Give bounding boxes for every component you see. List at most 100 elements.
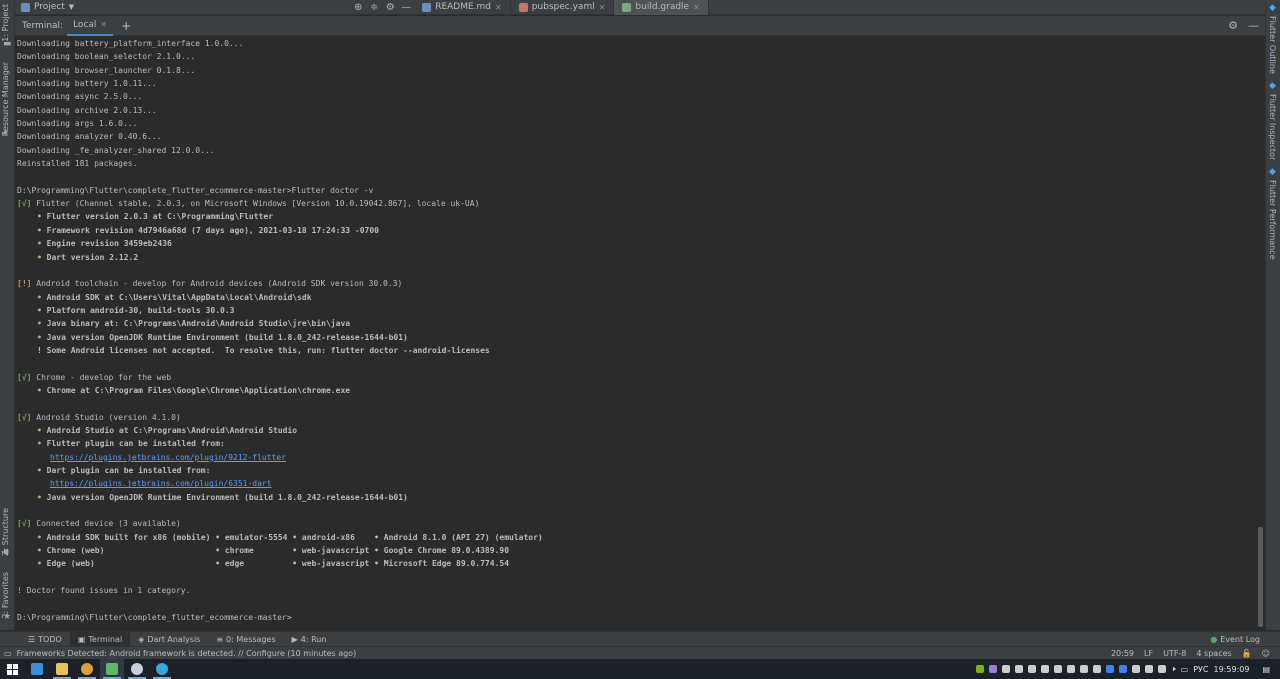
terminal-output[interactable]: Downloading battery_platform_interface 1…	[15, 37, 1258, 627]
messages-icon: ≡	[216, 634, 224, 644]
translate-tray-icon[interactable]	[1105, 665, 1114, 673]
locate-icon[interactable]: ⊕	[350, 2, 366, 13]
terminal-header: Terminal: Local ✕ + ⚙ —	[15, 16, 1265, 36]
clipboard-tray-icon[interactable]	[1066, 665, 1075, 673]
editor-tab-pubspec[interactable]: pubspec.yaml ✕	[511, 0, 615, 15]
bullet-icon: •	[37, 252, 47, 262]
terminal-detail-line: • Framework revision 4d7946a68d (7 days …	[17, 224, 1258, 237]
file-encoding[interactable]: UTF-8	[1163, 649, 1186, 658]
dart-analysis-label: Dart Analysis	[147, 634, 201, 644]
terminal-icon: ▣	[77, 634, 86, 644]
chrome-app[interactable]	[75, 659, 99, 679]
android-studio-app[interactable]	[100, 659, 124, 679]
minimize-icon[interactable]: —	[1248, 19, 1259, 32]
check-text: Connected device (3 available)	[31, 519, 181, 529]
scrollbar-thumb[interactable]	[1258, 527, 1263, 627]
windows-start-button[interactable]	[0, 659, 24, 679]
terminal-detail-line: • Engine revision 3459eb2436	[17, 237, 1258, 250]
system-tray: 🕨 ▭ РУС 19:59:09 ▤	[975, 664, 1280, 674]
terminal-scrollbar[interactable]	[1258, 37, 1264, 627]
line-separator[interactable]: LF	[1144, 649, 1153, 658]
inspector-icon[interactable]: ☺	[1262, 649, 1270, 658]
terminal-detail-line: • Java binary at: C:\Programs\Android\An…	[17, 317, 1258, 330]
clock[interactable]: 19:59:09	[1214, 665, 1250, 674]
terminal-line: Downloading boolean_selector 2.1.0...	[17, 52, 196, 62]
dart-analysis-tool-button[interactable]: ◈ Dart Analysis	[130, 632, 208, 647]
close-icon[interactable]: ✕	[693, 3, 700, 12]
flutter-performance-tool-tab[interactable]: Flutter Performance	[1268, 180, 1277, 260]
terminal-line: Downloading browser_launcher 0.1.8...	[17, 65, 196, 75]
up-arrow-icon[interactable]	[1157, 665, 1166, 673]
gear-icon[interactable]: ⚙	[382, 2, 398, 13]
speaker-muted-icon[interactable]: 🕨	[1171, 664, 1176, 674]
steam-app[interactable]	[125, 659, 149, 679]
detail-text: Some Android licenses not accepted. To r…	[46, 345, 490, 355]
terminal-detail-line: • Chrome at C:\Program Files\Google\Chro…	[17, 384, 1258, 397]
project-tool-tab[interactable]: 1: Project	[1, 4, 10, 42]
network-icon[interactable]: ▭	[1181, 665, 1189, 674]
skype-tray-icon[interactable]	[1027, 665, 1036, 673]
lock-icon[interactable]: 🔓	[1242, 649, 1252, 658]
messages-tool-button[interactable]: ≡ 0: Messages	[208, 632, 283, 647]
caret-position[interactable]: 20:59	[1111, 649, 1134, 658]
collapse-icon[interactable]: ≑	[366, 2, 382, 13]
nvidia-icon[interactable]	[975, 665, 984, 673]
status-message[interactable]: Frameworks Detected: Android framework i…	[17, 649, 357, 658]
new-terminal-button[interactable]: +	[113, 19, 139, 33]
notification-icon[interactable]: ▤	[1262, 665, 1270, 674]
terminal-tool-button[interactable]: ▣ Terminal	[69, 631, 131, 647]
terminal-check-line: [√] Flutter (Channel stable, 2.0.3, on M…	[17, 197, 1258, 210]
check-text: Android Studio (version 4.1.0)	[31, 412, 181, 422]
layout-icon[interactable]: ▭	[4, 649, 12, 658]
feather-icon[interactable]	[988, 665, 997, 673]
minimize-icon[interactable]: —	[398, 2, 414, 13]
flutter-inspector-tool-tab[interactable]: Flutter Inspector	[1268, 94, 1277, 160]
close-icon[interactable]: ✕	[599, 3, 606, 12]
close-icon[interactable]: ✕	[100, 20, 107, 29]
display-tray-icon[interactable]	[1092, 665, 1101, 673]
terminal-title: Terminal:	[22, 20, 64, 31]
telegram-icon	[156, 663, 168, 675]
chat-tray-icon[interactable]	[1040, 665, 1049, 673]
usb-tray-icon[interactable]	[1144, 665, 1153, 673]
editor-tab-build-gradle[interactable]: build.gradle ✕	[614, 0, 709, 15]
monitor-tray-icon[interactable]	[1131, 665, 1140, 673]
project-view-selector[interactable]: Project ▼	[15, 0, 80, 15]
flutter-outline-tool-tab[interactable]: Flutter Outline	[1268, 16, 1277, 74]
terminal-detail-line: • Java version OpenJDK Runtime Environme…	[17, 331, 1258, 344]
event-log-button[interactable]: ● Event Log	[1210, 635, 1280, 644]
resource-manager-tool-tab[interactable]: Resource Manager	[1, 62, 10, 136]
terminal-link-line: https://plugins.jetbrains.com/plugin/635…	[17, 477, 1258, 490]
steam-tray-icon[interactable]	[1014, 665, 1023, 673]
plugin-link[interactable]: https://plugins.jetbrains.com/plugin/921…	[50, 453, 286, 462]
bullet-icon: •	[37, 332, 47, 342]
file-explorer-app[interactable]	[50, 659, 74, 679]
terminal-line: Downloading battery 1.0.11...	[17, 79, 157, 89]
markdown-file-icon	[422, 2, 432, 12]
terminal-tab-local[interactable]: Local ✕	[67, 16, 114, 36]
indent-setting[interactable]: 4 spaces	[1196, 649, 1231, 658]
telegram-app[interactable]	[150, 659, 174, 679]
plugin-link[interactable]: https://plugins.jetbrains.com/plugin/635…	[50, 479, 272, 488]
input-language[interactable]: РУС	[1193, 665, 1208, 674]
desktop-app[interactable]	[25, 659, 49, 679]
run-tool-button[interactable]: ▶ 4: Run	[284, 632, 335, 647]
status-mark: [√]	[17, 412, 32, 422]
flutter-icon: ◆	[1269, 167, 1276, 177]
todo-tool-button[interactable]: ☰ TODO	[20, 632, 70, 647]
project-icon	[21, 2, 30, 12]
shield-tray-icon[interactable]	[1079, 665, 1088, 673]
discord-tray-icon[interactable]	[1053, 665, 1062, 673]
detail-text: Android SDK at C:\Users\Vital\AppData\Lo…	[46, 292, 312, 302]
bullet-icon: •	[37, 239, 47, 249]
gear-icon[interactable]: ⚙	[1228, 19, 1238, 32]
check-text: Android toolchain - develop for Android …	[31, 279, 403, 289]
editor-tab-readme[interactable]: README.md ✕	[414, 0, 511, 15]
app-tray-icon[interactable]	[1001, 665, 1010, 673]
terminal-detail-line: • Android SDK at C:\Users\Vital\AppData\…	[17, 291, 1258, 304]
bluetooth-icon[interactable]	[1118, 665, 1127, 673]
close-icon[interactable]: ✕	[495, 3, 502, 12]
